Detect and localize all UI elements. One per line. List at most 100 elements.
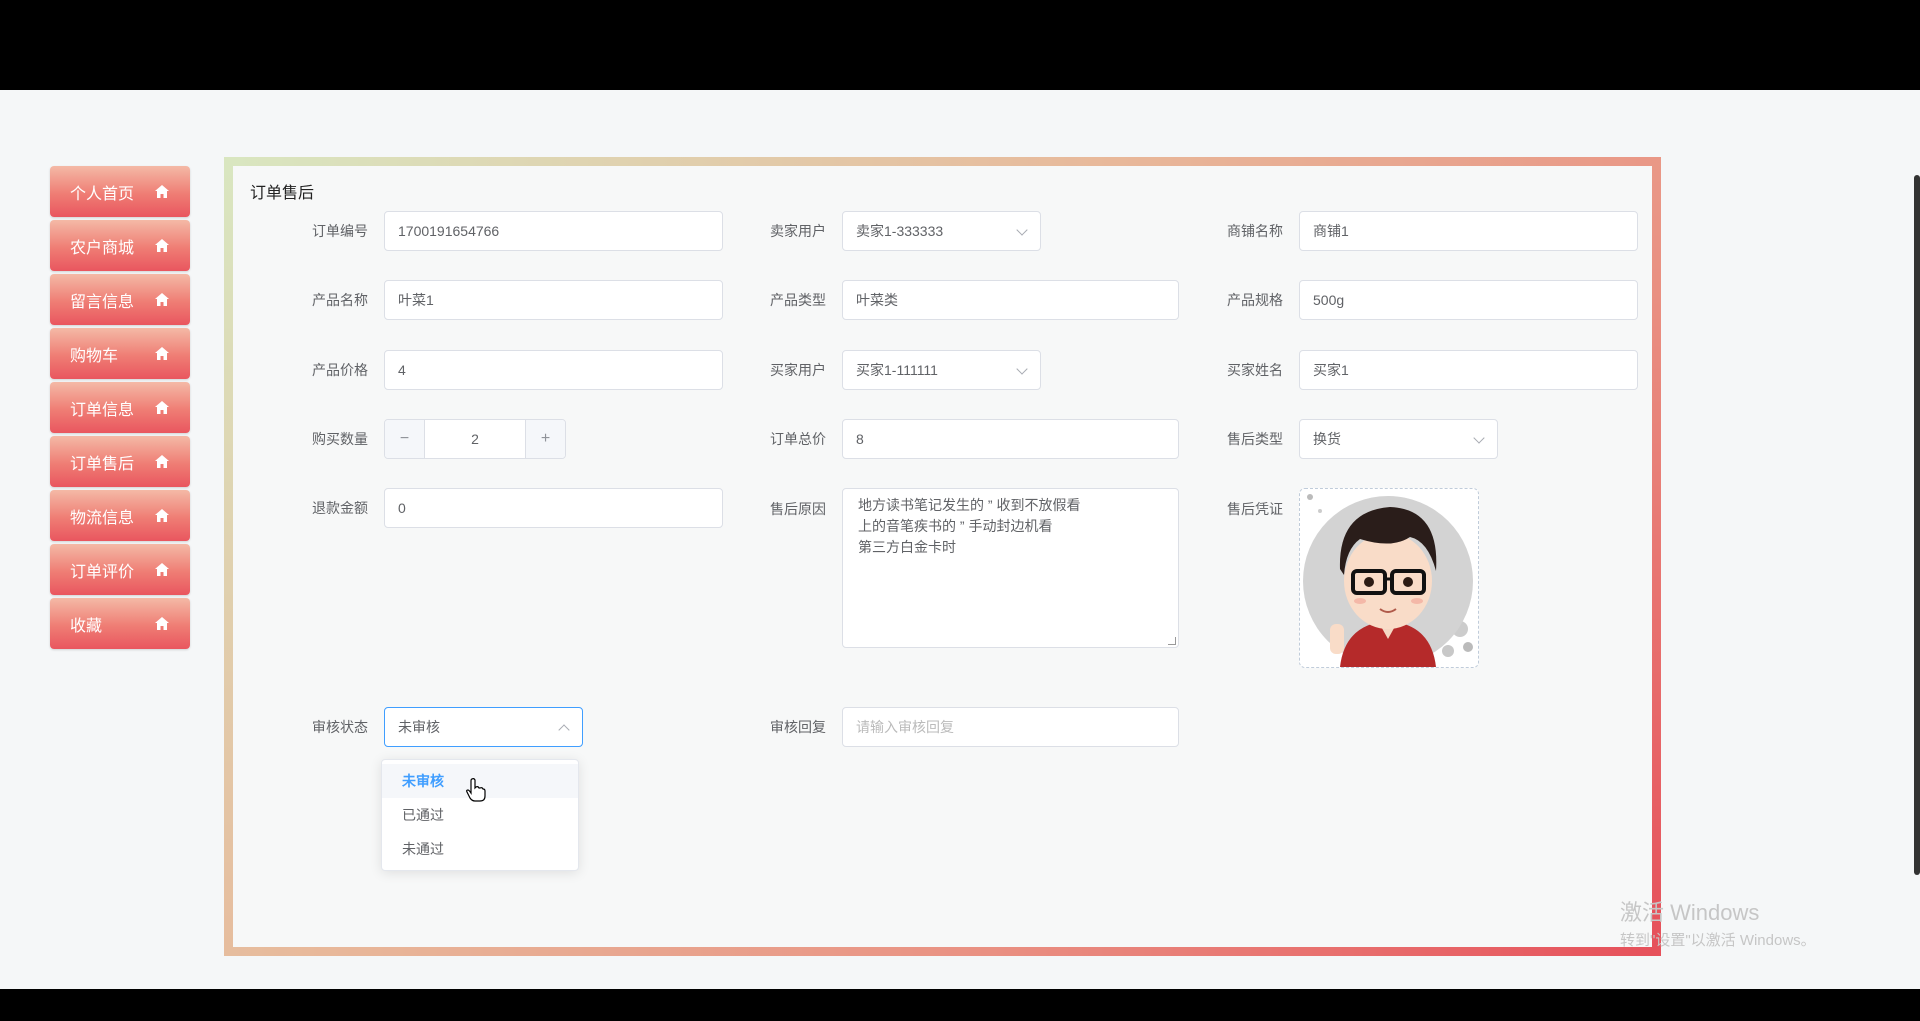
quantity-field: 购买数量 − 2 +: [312, 419, 566, 459]
sidebar: 个人首页 农户商城 留言信息 购物车 订单信息 订单售后 物流信息 订单评价 收…: [50, 166, 190, 652]
reason-text: 地方读书笔记发生的 ” 收到不放假看 上的音笔疾书的 ” 手动封边机看 第三方白…: [858, 497, 1081, 555]
seller-label: 卖家用户: [770, 223, 826, 239]
review-reply-field: 审核回复 请输入审核回复: [770, 707, 1179, 747]
reason-textarea[interactable]: 地方读书笔记发生的 ” 收到不放假看 上的音笔疾书的 ” 手动封边机看 第三方白…: [842, 488, 1179, 648]
product-name-field: 产品名称 叶菜1: [312, 280, 723, 320]
page-scrollbar[interactable]: [1914, 175, 1920, 875]
sidebar-item-label: 购物车: [70, 347, 119, 365]
sidebar-item-reviews[interactable]: 订单评价: [50, 544, 190, 595]
after-sale-type-value: 换货: [1313, 431, 1341, 447]
product-price-label: 产品价格: [312, 362, 368, 378]
buyer-select[interactable]: 买家1-111111: [842, 350, 1041, 390]
sidebar-item-label: 留言信息: [70, 293, 135, 311]
product-price-field: 产品价格 4: [312, 350, 723, 390]
sidebar-item-label: 个人首页: [70, 185, 135, 203]
review-status-value: 未审核: [398, 719, 440, 735]
buyer-name-field: 买家姓名 买家1: [1227, 350, 1638, 390]
home-icon: [154, 400, 170, 416]
after-sale-type-select[interactable]: 换货: [1299, 419, 1498, 459]
watermark-line2: 转到"设置"以激活 Windows。: [1620, 932, 1816, 949]
seller-select[interactable]: 卖家1-333333: [842, 211, 1041, 251]
sidebar-item-label: 订单售后: [70, 455, 135, 473]
review-status-label: 审核状态: [312, 719, 368, 735]
sidebar-item-messages[interactable]: 留言信息: [50, 274, 190, 325]
product-spec-input[interactable]: 500g: [1299, 280, 1638, 320]
total-price-label: 订单总价: [770, 431, 826, 447]
evidence-label: 售后凭证: [1227, 501, 1283, 517]
decrease-button[interactable]: −: [385, 420, 425, 458]
after-sale-type-field: 售后类型 换货: [1227, 419, 1498, 459]
review-reply-placeholder: 请输入审核回复: [856, 719, 954, 735]
product-type-field: 产品类型 叶菜类: [770, 280, 1179, 320]
buyer-value: 买家1-111111: [856, 362, 938, 378]
refund-amount-field: 退款金额 0: [312, 488, 723, 528]
sidebar-item-after-sales[interactable]: 订单售后: [50, 436, 190, 487]
product-type-input[interactable]: 叶菜类: [842, 280, 1179, 320]
windows-activation-watermark: 激活 Windows 转到"设置"以激活 Windows。: [1620, 895, 1816, 950]
product-type-label: 产品类型: [770, 292, 826, 308]
sidebar-item-home[interactable]: 个人首页: [50, 166, 190, 217]
product-name-input[interactable]: 叶菜1: [384, 280, 723, 320]
order-no-label: 订单编号: [312, 223, 368, 239]
review-reply-label: 审核回复: [770, 719, 826, 735]
refund-amount-input[interactable]: 0: [384, 488, 723, 528]
review-status-dropdown: 未审核 已通过 未通过: [381, 759, 579, 871]
shop-name-input[interactable]: 商铺1: [1299, 211, 1638, 251]
home-icon: [154, 562, 170, 578]
product-name-label: 产品名称: [312, 292, 368, 308]
seller-field: 卖家用户 卖家1-333333: [770, 211, 1041, 251]
product-spec-field: 产品规格 500g: [1227, 280, 1638, 320]
sidebar-item-favorites[interactable]: 收藏: [50, 598, 190, 649]
after-sale-type-label: 售后类型: [1227, 431, 1283, 447]
refund-amount-label: 退款金额: [312, 500, 368, 516]
order-no-input[interactable]: 1700191654766: [384, 211, 723, 251]
home-icon: [154, 508, 170, 524]
buyer-name-label: 买家姓名: [1227, 362, 1283, 378]
sidebar-item-label: 物流信息: [70, 509, 135, 527]
sidebar-item-label: 订单信息: [70, 401, 135, 419]
shop-name-field: 商铺名称 商铺1: [1227, 211, 1638, 251]
evidence-upload[interactable]: [1299, 488, 1479, 668]
product-price-input[interactable]: 4: [384, 350, 723, 390]
watermark-line1: 激活 Windows: [1620, 900, 1760, 925]
evidence-field: 售后凭证: [1227, 488, 1479, 668]
total-price-field: 订单总价 8: [770, 419, 1179, 459]
buyer-field: 买家用户 买家1-111111: [770, 350, 1041, 390]
sidebar-item-label: 农户商城: [70, 239, 135, 257]
shop-name-label: 商铺名称: [1227, 223, 1283, 239]
total-price-input[interactable]: 8: [842, 419, 1179, 459]
top-black-bar: [0, 0, 1920, 90]
buyer-name-input[interactable]: 买家1: [1299, 350, 1638, 390]
home-icon: [154, 184, 170, 200]
page-title: 订单售后: [250, 185, 315, 202]
bottom-black-bar: [0, 989, 1920, 1021]
review-reply-input[interactable]: 请输入审核回复: [842, 707, 1179, 747]
sidebar-item-mall[interactable]: 农户商城: [50, 220, 190, 271]
reason-field: 售后原因 地方读书笔记发生的 ” 收到不放假看 上的音笔疾书的 ” 手动封边机看…: [770, 488, 1179, 648]
sidebar-item-logistics[interactable]: 物流信息: [50, 490, 190, 541]
quantity-stepper: − 2 +: [384, 419, 566, 459]
avatar-image: [1300, 489, 1478, 667]
order-no-field: 订单编号 1700191654766: [312, 211, 723, 251]
home-icon: [154, 238, 170, 254]
increase-button[interactable]: +: [525, 420, 565, 458]
product-spec-label: 产品规格: [1227, 292, 1283, 308]
resize-handle[interactable]: [1168, 637, 1176, 645]
hand-cursor-icon: [466, 778, 486, 805]
quantity-input[interactable]: 2: [425, 420, 525, 458]
option-rejected[interactable]: 未通过: [382, 832, 578, 866]
quantity-label: 购买数量: [312, 431, 368, 447]
home-icon: [154, 346, 170, 362]
review-status-field: 审核状态 未审核: [312, 707, 583, 747]
seller-value: 卖家1-333333: [856, 223, 944, 239]
review-status-select[interactable]: 未审核: [384, 707, 583, 747]
reason-label: 售后原因: [770, 501, 826, 517]
home-icon: [154, 292, 170, 308]
sidebar-item-label: 收藏: [70, 617, 103, 635]
home-icon: [154, 454, 170, 470]
home-icon: [154, 616, 170, 632]
sidebar-item-cart[interactable]: 购物车: [50, 328, 190, 379]
sidebar-item-orders[interactable]: 订单信息: [50, 382, 190, 433]
sidebar-item-label: 订单评价: [70, 563, 135, 581]
buyer-label: 买家用户: [770, 362, 826, 378]
